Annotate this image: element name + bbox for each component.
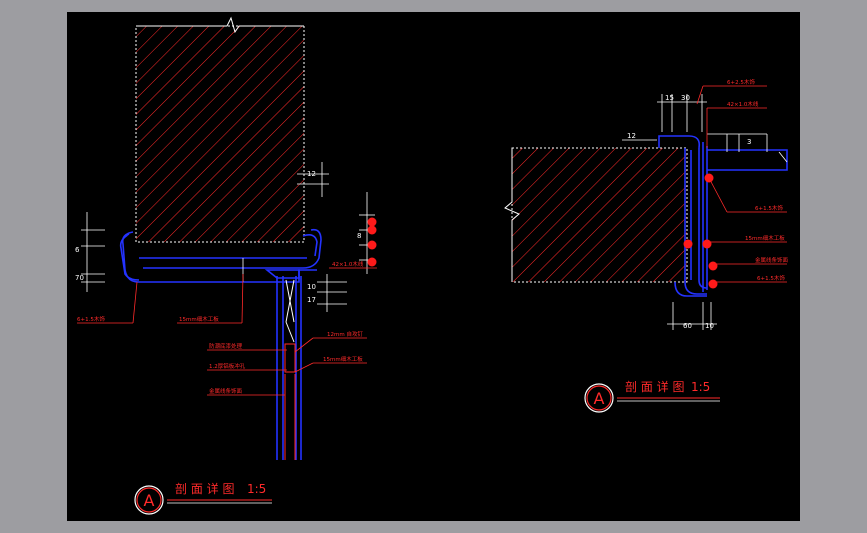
left-label-board: 6+1.5木饰 [77,315,105,323]
right-label-side2: 15mm细木工板 [745,234,785,242]
left-label-glass-c: 1.2厚铝板冲孔 [209,362,246,370]
right-dim-10: 10 [705,322,714,330]
right-detail-scale: 1:5 [691,380,710,394]
right-dim-30: 30 [681,94,690,102]
right-dim-60: 60 [683,322,692,330]
left-label-base-board: 15mm细木工板 [179,315,219,323]
right-detail: 12 15 30 60 10 3 6+2.5木饰 42×1.0木线 6+1.5木… [504,78,789,413]
left-markers [367,217,377,267]
left-detail-scale: 1:5 [247,482,266,496]
left-label-glass-d: 金属线条饰面 [209,387,243,395]
right-dim-3: 3 [747,138,751,146]
right-markers [683,173,718,289]
left-label-glass-b: 15mm细木工板 [323,355,363,363]
right-label-side1: 6+1.5木饰 [755,204,783,212]
right-hatched-block [511,147,688,283]
left-dim-17: 17 [307,296,316,304]
left-dim-10: 10 [307,283,316,291]
left-vertical-panel [276,276,302,460]
right-label-side3: 金属线条饰面 [755,256,789,264]
left-bubble-letter: A [144,491,155,510]
right-detail-title: 剖 面 详 图 [625,379,684,394]
right-dim-15: 15 [665,94,674,102]
left-dim-12: 12 [307,170,316,178]
left-dim-6: 6 [75,246,80,254]
right-leaders [696,85,787,283]
left-detail: 12 10 17 6 70 8 6+1.5木饰 15mm细木工板 42×1.0木… [75,16,377,515]
right-label-side4: 6+1.5木饰 [757,274,785,282]
left-label-finish-mid: 42×1.0木线 [332,260,364,268]
right-dim-12: 12 [627,132,636,140]
left-label-glass-a: 防潮底漆处理 [209,342,243,350]
left-hatched-block [135,25,305,243]
left-label-screw: 12mm 自攻钉 [327,330,363,338]
cad-drawing[interactable]: 12 10 17 6 70 8 6+1.5木饰 15mm细木工板 42×1.0木… [67,12,800,521]
right-label-top2: 42×1.0木线 [727,100,759,108]
right-label-top1: 6+2.5木饰 [727,78,755,86]
left-dim-70: 70 [75,274,84,282]
left-dim-8: 8 [357,232,361,240]
cad-viewport[interactable]: 12 10 17 6 70 8 6+1.5木饰 15mm细木工板 42×1.0木… [67,12,800,521]
right-bubble-letter: A [594,389,605,408]
left-detail-title: 剖 面 详 图 [175,481,234,496]
